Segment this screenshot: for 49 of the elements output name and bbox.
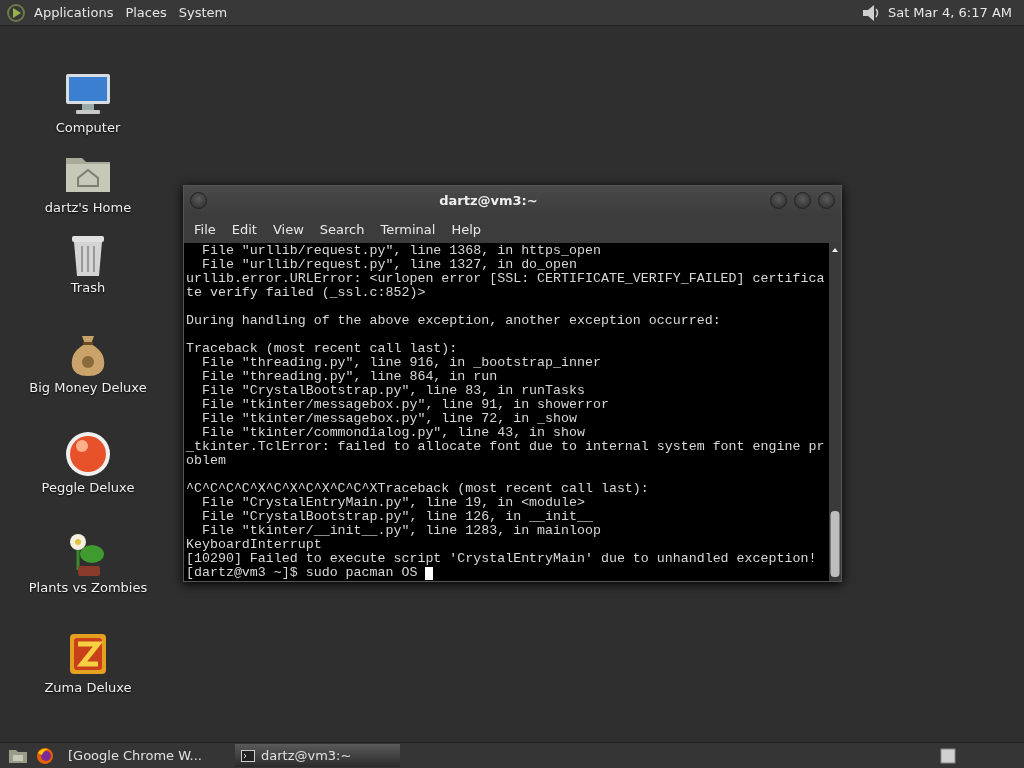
- terminal-line: urllib.error.URLError: <urlopen error [SSL: CERTIFICATE_VERIFY_FAILED] certifica: [186, 272, 826, 286]
- taskbar-button[interactable]: [Google Chrome W...: [62, 744, 227, 767]
- ball-icon[interactable]: [64, 430, 112, 478]
- menu-item[interactable]: File: [188, 218, 222, 240]
- scrollbar-drawing[interactable]: [829, 243, 841, 581]
- panel-menu[interactable]: Applications: [34, 5, 114, 20]
- terminal-line: File "tkinter/messagebox.py", line 91, in showerror: [200, 398, 610, 412]
- desktop-icon-label[interactable]: Zuma Deluxe: [44, 680, 132, 695]
- terminal-line: ^C^C^C^C^X^C^X^C^X^C^C^XTraceback (most recent call last):: [186, 482, 650, 496]
- desktop-icon-label[interactable]: Peggle Deluxe: [41, 480, 135, 495]
- command-prompt[interactable]: [dartz@vm3 ~]$ sudo pacman OS: [186, 566, 426, 580]
- terminal-line: File "threading.py", line 916, in _bootstrap_inner: [200, 356, 602, 370]
- panel-menu[interactable]: System: [178, 5, 228, 20]
- terminal-line: File "CrystalEntryMain.py", line 19, in <module>: [200, 496, 586, 510]
- desktop-icon-label[interactable]: Computer: [55, 120, 121, 135]
- terminal-icon: [241, 749, 255, 762]
- terminal-line: File "urllib/request.py", line 1368, in https_open: [200, 244, 602, 258]
- text-cursor: [425, 566, 434, 580]
- desktop-icon-label[interactable]: dartz's Home: [44, 200, 132, 215]
- desktop-icon-label[interactable]: Big Money Deluxe: [29, 380, 147, 395]
- clock[interactable]: Sat Mar 4, 6:17 AM: [887, 5, 1016, 20]
- terminal-line: oblem: [186, 454, 227, 468]
- logo-icon[interactable]: [6, 2, 26, 23]
- terminal-line: [10290] Failed to execute script 'CrystalEntryMain' due to unhandled exception!: [186, 552, 818, 566]
- menu-item[interactable]: View: [266, 218, 310, 240]
- menu-item[interactable]: Help: [445, 218, 488, 240]
- terminal-line: _tkinter.TclError: failed to allocate font due to internal system font engine pr: [186, 440, 826, 454]
- terminal-line: File "tkinter/messagebox.py", line 72, in _show: [200, 412, 578, 426]
- terminal-line: File "tkinter/commondialog.py", line 43, in show: [200, 426, 586, 440]
- terminal-line: Traceback (most recent call last):: [186, 342, 459, 356]
- terminal-line: During handling of the above exception, another exception occurred:: [186, 314, 722, 328]
- terminal-line: File "threading.py", line 864, in run: [200, 370, 499, 384]
- menu-item[interactable]: Terminal: [374, 218, 442, 240]
- menu-item[interactable]: Search: [313, 218, 371, 240]
- workspace-switcher-icon[interactable]: [940, 747, 956, 764]
- terminal-line: te verify failed (_ssl.c:852)>: [186, 286, 427, 300]
- terminal-line: File "urllib/request.py", line 1327, in do_open: [200, 258, 578, 272]
- show-desktop-icon[interactable]: [8, 747, 28, 764]
- desktop-icon-label[interactable]: Trash: [70, 280, 106, 295]
- terminal-line: KeyboardInterrupt: [186, 538, 323, 552]
- taskbar-button[interactable]: dartz@vm3:~: [235, 744, 400, 767]
- window-title: dartz@vm3:~: [438, 193, 539, 208]
- terminal-line: File "CrystalBootstrap.py", line 83, in runTasks: [200, 384, 586, 398]
- panel-menu[interactable]: Places: [125, 5, 167, 20]
- terminal-line: File "tkinter/__init__.py", line 1283, in mainloop: [200, 524, 602, 538]
- browser-icon[interactable]: [36, 746, 54, 765]
- menu-item[interactable]: Edit: [225, 218, 263, 240]
- terminal-line: File "CrystalBootstrap.py", line 126, in __init__: [200, 510, 594, 524]
- desktop-icon-label[interactable]: Plants vs Zombies: [28, 580, 148, 595]
